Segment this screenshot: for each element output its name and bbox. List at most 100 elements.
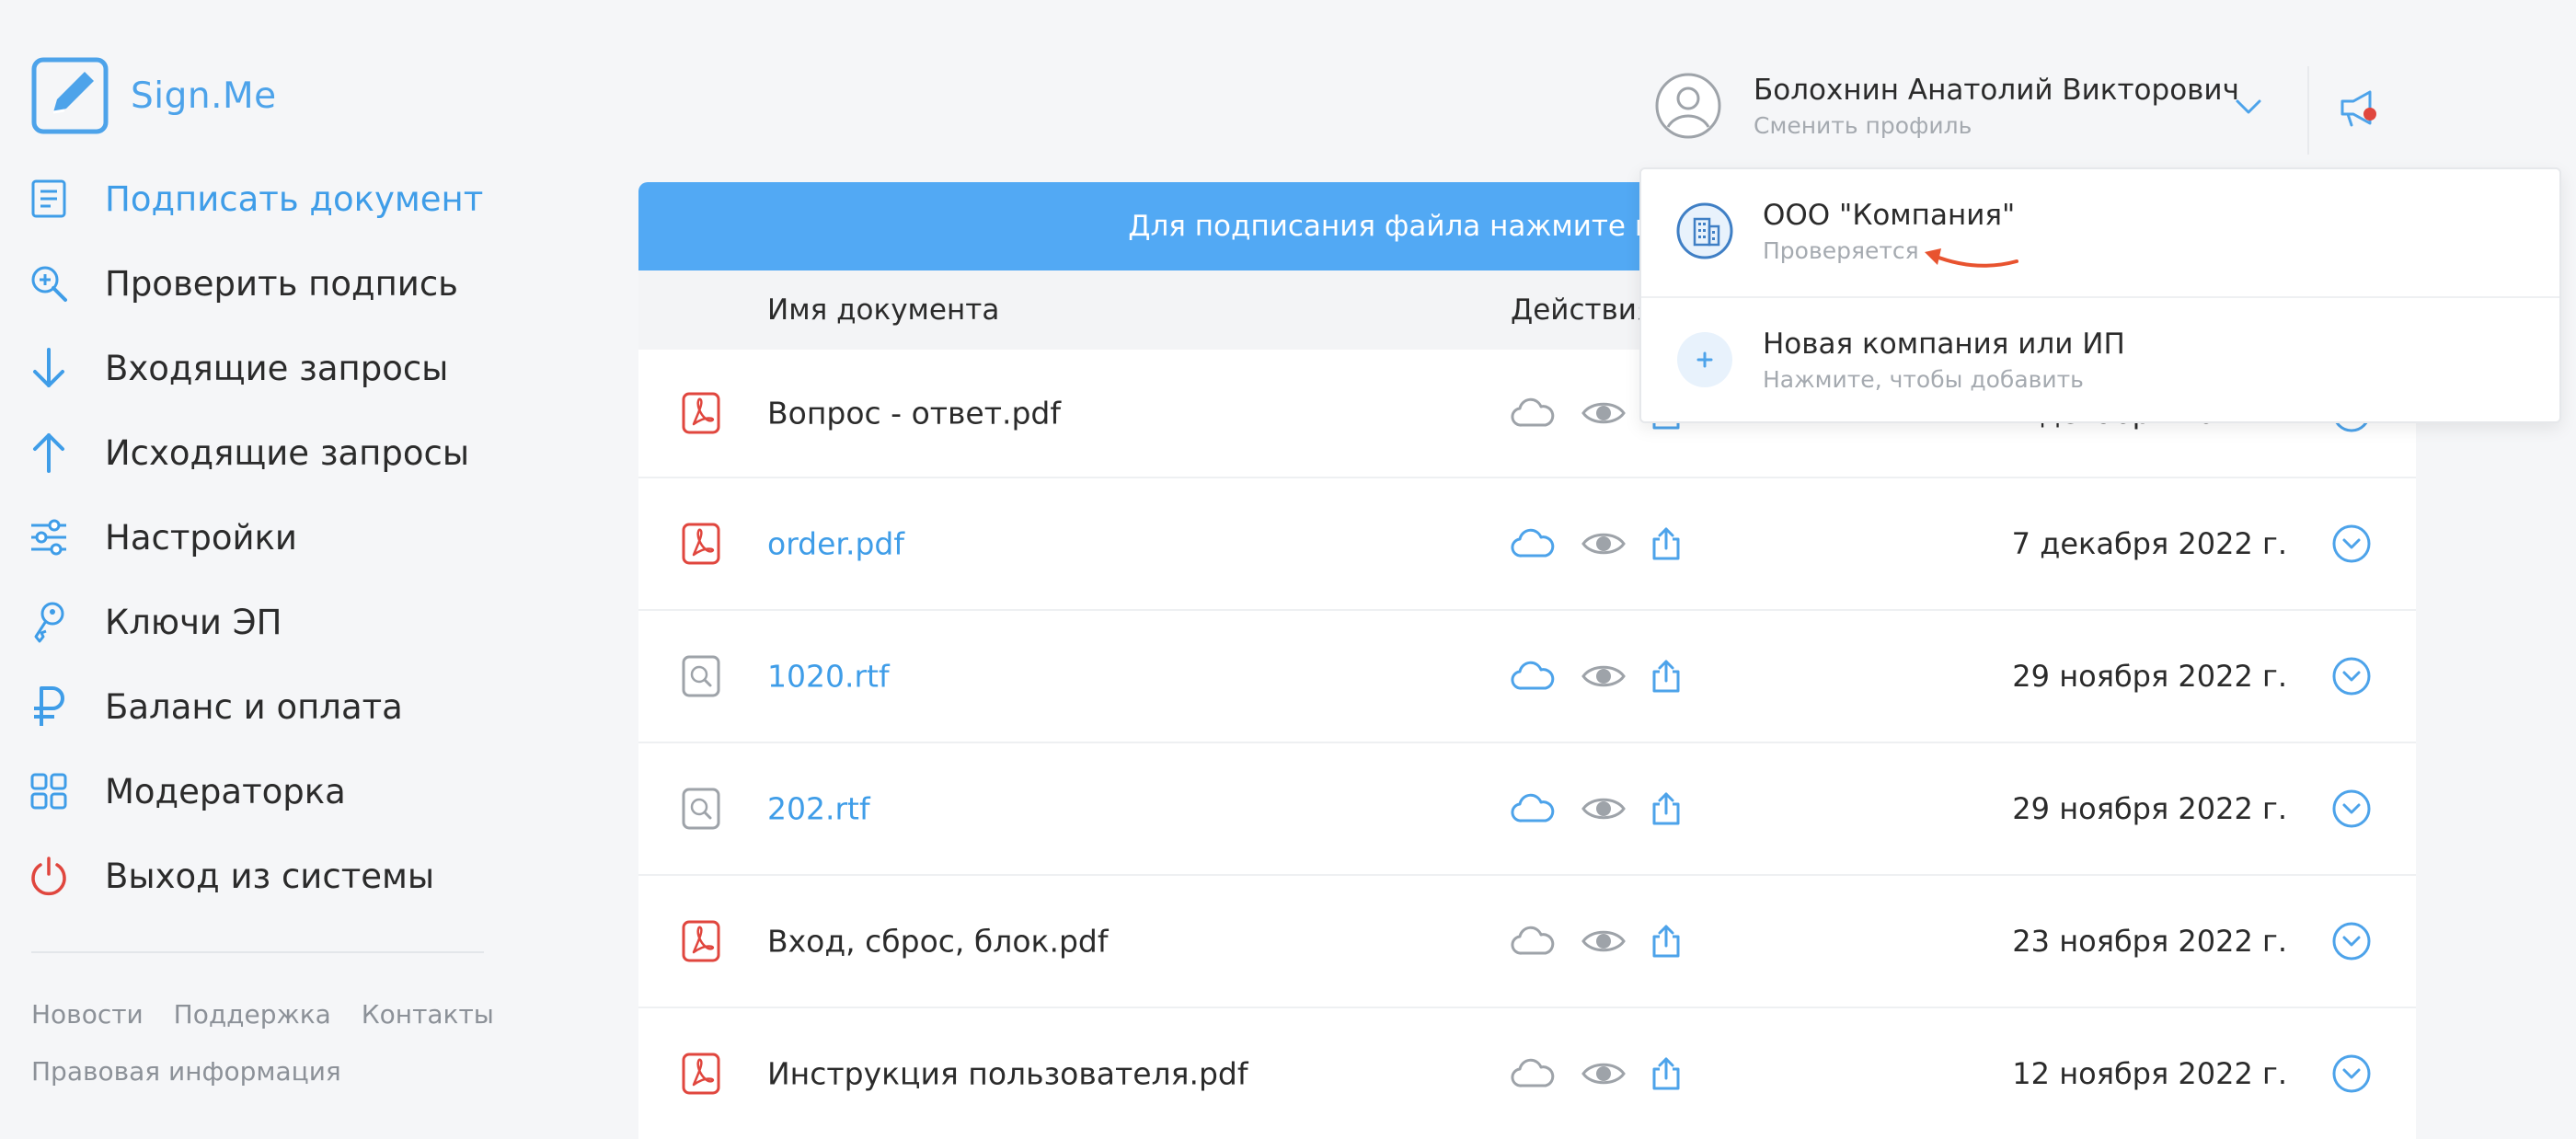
document-date: 7 декабря 2022 г. (2011, 526, 2287, 561)
eye-icon[interactable] (1581, 528, 1627, 559)
eye-icon[interactable] (1581, 793, 1627, 824)
brand-logo[interactable]: Sign.Me (31, 57, 277, 134)
pdf-file-icon (681, 919, 721, 963)
eye-icon[interactable] (1581, 397, 1627, 429)
sidebar-nav: Подписать документ Проверить подпись Вхо… (26, 156, 486, 918)
footer-link-support[interactable]: Поддержка (174, 999, 331, 1030)
document-date: 23 ноября 2022 г. (2012, 924, 2287, 959)
key-icon (26, 599, 72, 645)
ruble-icon (26, 684, 72, 730)
sliders-icon (26, 514, 72, 560)
expand-row-button[interactable] (2331, 921, 2372, 961)
profile-dropdown: ООО "Компания" Проверяется Новая компани… (1639, 167, 2561, 423)
cloud-icon[interactable] (1511, 661, 1555, 692)
annotation-arrow-icon (1925, 248, 2018, 268)
sidebar-item-settings[interactable]: Настройки (26, 495, 486, 580)
dropdown-item-add-company[interactable]: Новая компания или ИП Нажмите, чтобы доб… (1641, 296, 2559, 421)
avatar-icon (1655, 73, 1721, 139)
table-row[interactable]: order.pdf 7 декабря 2022 г. (638, 478, 2416, 611)
megaphone-icon[interactable] (2337, 85, 2383, 131)
user-name: Болохнин Анатолий Викторович (1754, 73, 2239, 107)
add-company-label: Новая компания или ИП (1763, 328, 2125, 361)
table-row[interactable]: Инструкция пользователя.pdf 12 ноября 202… (638, 1008, 2416, 1139)
eye-icon[interactable] (1581, 661, 1627, 692)
expand-row-button[interactable] (2331, 656, 2372, 696)
sidebar-item-label: Выход из системы (105, 856, 435, 896)
rtf-preview-icon (681, 787, 721, 831)
add-company-hint: Нажмите, чтобы добавить (1763, 366, 2084, 393)
cloud-icon[interactable] (1511, 793, 1555, 824)
company-name: ООО "Компания" (1763, 199, 2016, 232)
sidebar-item-label: Подписать документ (105, 178, 484, 219)
footer-links: Новости Поддержка Контакты (31, 999, 516, 1030)
share-icon[interactable] (1650, 1056, 1682, 1091)
rtf-preview-icon (681, 654, 721, 698)
pdf-file-icon (681, 1052, 721, 1096)
logo-pen-icon (31, 57, 109, 134)
cloud-icon[interactable] (1511, 397, 1555, 429)
pdf-file-icon (681, 522, 721, 566)
pdf-file-icon (681, 391, 721, 435)
sidebar-item-outgoing-requests[interactable]: Исходящие запросы (26, 410, 486, 495)
column-header-actions: Действия (1511, 293, 1654, 327)
sidebar-item-label: Настройки (105, 517, 297, 558)
brand-name: Sign.Me (131, 75, 277, 117)
search-zoom-icon (26, 260, 72, 306)
document-list: Вопрос - ответ.pdf7 декабря 2022 г.order… (638, 350, 2416, 1139)
arrow-down-icon (26, 345, 72, 391)
document-date: 29 ноября 2022 г. (2012, 791, 2287, 826)
sidebar-item-label: Ключи ЭП (105, 602, 282, 642)
expand-row-button[interactable] (2331, 1053, 2372, 1094)
chevron-down-icon[interactable] (2232, 96, 2265, 118)
sidebar-item-incoming-requests[interactable]: Входящие запросы (26, 326, 486, 410)
eye-icon[interactable] (1581, 926, 1627, 957)
plus-icon (1677, 332, 1732, 387)
column-header-name: Имя документа (767, 293, 1000, 327)
sidebar-item-verify-signature[interactable]: Проверить подпись (26, 241, 486, 326)
document-name[interactable]: Вход, сброс, блок.pdf (767, 924, 1108, 960)
footer-link-contacts[interactable]: Контакты (362, 999, 494, 1030)
sidebar-item-label: Баланс и оплата (105, 686, 403, 727)
table-row[interactable]: 202.rtf 29 ноября 2022 г. (638, 743, 2416, 876)
expand-row-button[interactable] (2331, 788, 2372, 829)
document-icon (26, 176, 72, 222)
share-icon[interactable] (1650, 924, 1682, 959)
switch-profile-label: Сменить профиль (1754, 111, 1972, 139)
eye-icon[interactable] (1581, 1058, 1627, 1089)
sidebar-item-keys[interactable]: Ключи ЭП (26, 580, 486, 664)
footer-link-news[interactable]: Новости (31, 999, 144, 1030)
expand-row-button[interactable] (2331, 523, 2372, 564)
dropdown-item-company[interactable]: ООО "Компания" Проверяется (1641, 169, 2559, 294)
sidebar-item-moderation[interactable]: Модераторка (26, 749, 486, 834)
sidebar-divider (31, 951, 484, 953)
sidebar-item-label: Входящие запросы (105, 348, 449, 388)
building-icon (1676, 202, 1733, 259)
arrow-up-icon (26, 430, 72, 476)
table-row[interactable]: Вход, сброс, блок.pdf 23 ноября 2022 г. (638, 876, 2416, 1008)
sidebar-item-balance[interactable]: Баланс и оплата (26, 664, 486, 749)
share-icon[interactable] (1650, 526, 1682, 561)
sidebar-item-label: Модераторка (105, 771, 346, 811)
sidebar-item-label: Исходящие запросы (105, 432, 470, 473)
document-name[interactable]: Инструкция пользователя.pdf (767, 1056, 1248, 1092)
sidebar-item-logout[interactable]: Выход из системы (26, 834, 486, 918)
document-name[interactable]: Вопрос - ответ.pdf (767, 396, 1061, 431)
document-date: 29 ноября 2022 г. (2012, 659, 2287, 694)
document-date: 12 ноября 2022 г. (2012, 1056, 2287, 1091)
cloud-icon[interactable] (1511, 926, 1555, 957)
table-row[interactable]: 1020.rtf 29 ноября 2022 г. (638, 611, 2416, 743)
user-profile[interactable]: Болохнин Анатолий Викторович Сменить про… (1654, 72, 2239, 140)
document-name[interactable]: 202.rtf (767, 791, 870, 827)
document-name[interactable]: 1020.rtf (767, 659, 890, 695)
sidebar-item-sign-document[interactable]: Подписать документ (26, 156, 486, 241)
cloud-icon[interactable] (1511, 528, 1555, 559)
share-icon[interactable] (1650, 791, 1682, 826)
document-name[interactable]: order.pdf (767, 526, 904, 562)
footer-link-legal[interactable]: Правовая информация (31, 1056, 341, 1087)
share-icon[interactable] (1650, 659, 1682, 694)
grid-icon (26, 768, 72, 814)
header-separator (2307, 66, 2309, 155)
power-icon (26, 853, 72, 899)
cloud-icon[interactable] (1511, 1058, 1555, 1089)
company-status: Проверяется (1763, 237, 1919, 264)
